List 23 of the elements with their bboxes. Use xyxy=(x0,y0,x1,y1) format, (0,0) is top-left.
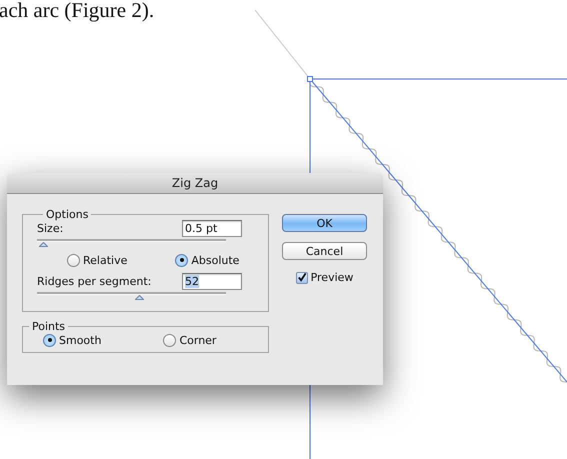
radio-button[interactable] xyxy=(163,334,176,346)
radio-button[interactable] xyxy=(175,254,188,266)
radio-button[interactable] xyxy=(43,334,56,346)
checkbox[interactable] xyxy=(296,272,308,284)
radio-label[interactable]: Absolute xyxy=(191,254,240,266)
slider[interactable] xyxy=(37,239,226,248)
checkbox-label[interactable]: Preview xyxy=(310,271,354,284)
dialog-title: Zig Zag xyxy=(172,176,218,190)
anchor-point[interactable] xyxy=(307,76,313,82)
group-label: Points xyxy=(31,320,66,333)
input-field[interactable]: 52 xyxy=(182,272,242,290)
ridges-label: Ridges per segment: xyxy=(37,274,152,288)
input-field[interactable]: 0.5 pt xyxy=(182,220,242,236)
radio-button[interactable] xyxy=(67,254,80,266)
radio-label[interactable]: Corner xyxy=(179,334,216,346)
dialog-button[interactable]: Cancel xyxy=(282,242,367,260)
radio-label[interactable]: Smooth xyxy=(59,334,102,346)
group-label: Options xyxy=(45,208,90,221)
size-label: Size: xyxy=(37,222,64,234)
radio-label[interactable]: Relative xyxy=(83,254,128,266)
dialog-button[interactable]: OK xyxy=(282,214,367,232)
slider[interactable] xyxy=(37,292,226,301)
document-text: ach arc (Figure 2). xyxy=(0,0,154,22)
